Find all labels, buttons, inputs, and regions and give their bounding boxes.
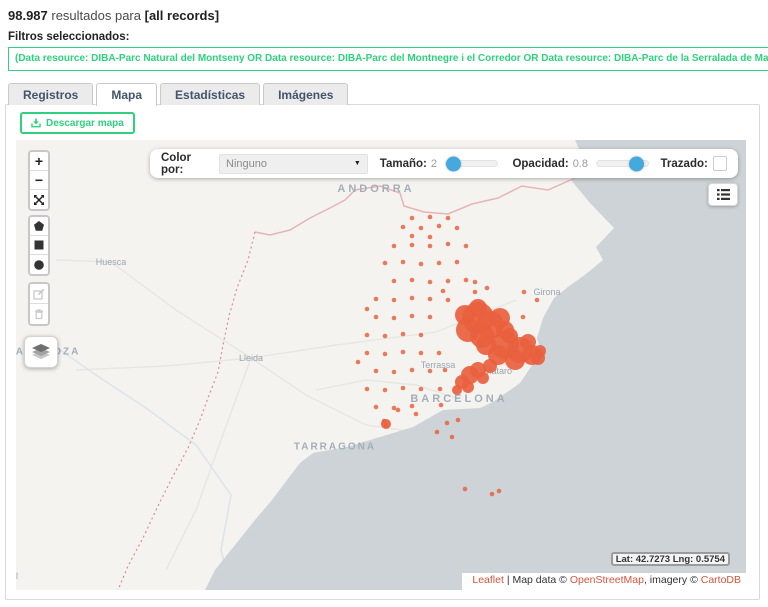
size-value: 2 — [431, 158, 437, 170]
zoom-in-button[interactable]: + — [30, 152, 48, 171]
carto-link[interactable]: CartoDB — [701, 574, 741, 586]
filters-label: Filtros seleccionados: — [8, 31, 129, 43]
outline-label: Trazado: — [661, 158, 708, 170]
attribution-text: | Map data © — [504, 574, 570, 586]
map-canvas[interactable]: ANDORRAHuescaGironaLleidaTerrassaMataróB… — [16, 140, 746, 590]
trazado-checkbox[interactable] — [713, 156, 727, 171]
leaflet-link[interactable]: Leaflet — [472, 574, 504, 586]
draw-circle-button[interactable] — [30, 255, 48, 274]
edit-icon — [33, 288, 45, 300]
chevron-down-icon: ▼ — [354, 160, 361, 167]
results-query: [all records] — [145, 8, 219, 23]
trash-icon — [33, 308, 45, 320]
color-by-label: Color por: — [161, 152, 213, 176]
tab-registros[interactable]: Registros — [8, 83, 93, 105]
tab-bar: Registros Mapa Estadísticas Imágenes — [8, 83, 348, 106]
download-label: Descargar mapa — [46, 118, 124, 129]
opacity-slider[interactable] — [596, 160, 649, 167]
occurrence-dots-layer[interactable] — [16, 140, 746, 590]
results-text: resultados para — [48, 8, 145, 23]
tab-estadisticas[interactable]: Estadísticas — [160, 83, 260, 105]
rectangle-icon — [33, 239, 45, 251]
selected-filter-chip[interactable]: (Data resource: DIBA-Parc Natural del Mo… — [8, 47, 768, 71]
cursor-coordinates: Lat: 42.7273 Lng: 0.5754 — [611, 552, 730, 566]
draw-rectangle-button[interactable] — [30, 236, 48, 255]
draw-control — [28, 215, 50, 276]
size-slider-thumb[interactable] — [446, 156, 461, 171]
tab-imagenes[interactable]: Imágenes — [263, 83, 348, 105]
zoom-out-button[interactable]: − — [30, 171, 48, 190]
edit-control — [28, 282, 50, 326]
opacity-slider-thumb[interactable] — [629, 156, 644, 171]
zoom-control: + − — [28, 150, 50, 211]
legend-list-button[interactable] — [708, 183, 738, 206]
results-count: 98.987 — [8, 8, 48, 23]
opacity-value: 0.8 — [573, 158, 588, 170]
list-icon — [716, 188, 731, 201]
fullscreen-button[interactable] — [30, 190, 48, 209]
layers-icon — [31, 343, 51, 361]
circle-icon — [33, 259, 45, 271]
color-by-value: Ninguno — [226, 158, 267, 170]
layers-button[interactable] — [24, 336, 58, 368]
download-icon — [31, 118, 41, 128]
edit-shape-button[interactable] — [30, 284, 48, 304]
osm-link[interactable]: OpenStreetMap — [570, 574, 644, 586]
tab-mapa[interactable]: Mapa — [96, 83, 157, 106]
delete-shape-button[interactable] — [30, 304, 48, 324]
download-map-button[interactable]: Descargar mapa — [20, 112, 135, 134]
size-label: Tamaño: — [380, 158, 427, 170]
results-summary: 98.987 resultados para [all records] — [8, 8, 219, 23]
draw-polygon-button[interactable] — [30, 217, 48, 236]
map-attribution: Leaflet | Map data © OpenStreetMap, imag… — [462, 573, 746, 590]
attribution-imagery-text: , imagery © — [644, 574, 701, 586]
expand-icon — [33, 194, 45, 206]
map-style-toolbar: Color por: Ninguno ▼ Tamaño: 2 Opacidad:… — [150, 149, 738, 178]
polygon-icon — [33, 220, 45, 232]
color-by-select[interactable]: Ninguno ▼ — [219, 154, 368, 174]
opacity-label: Opacidad: — [512, 158, 568, 170]
page: 98.987 resultados para [all records] Fil… — [0, 0, 768, 607]
size-slider[interactable] — [445, 160, 498, 167]
